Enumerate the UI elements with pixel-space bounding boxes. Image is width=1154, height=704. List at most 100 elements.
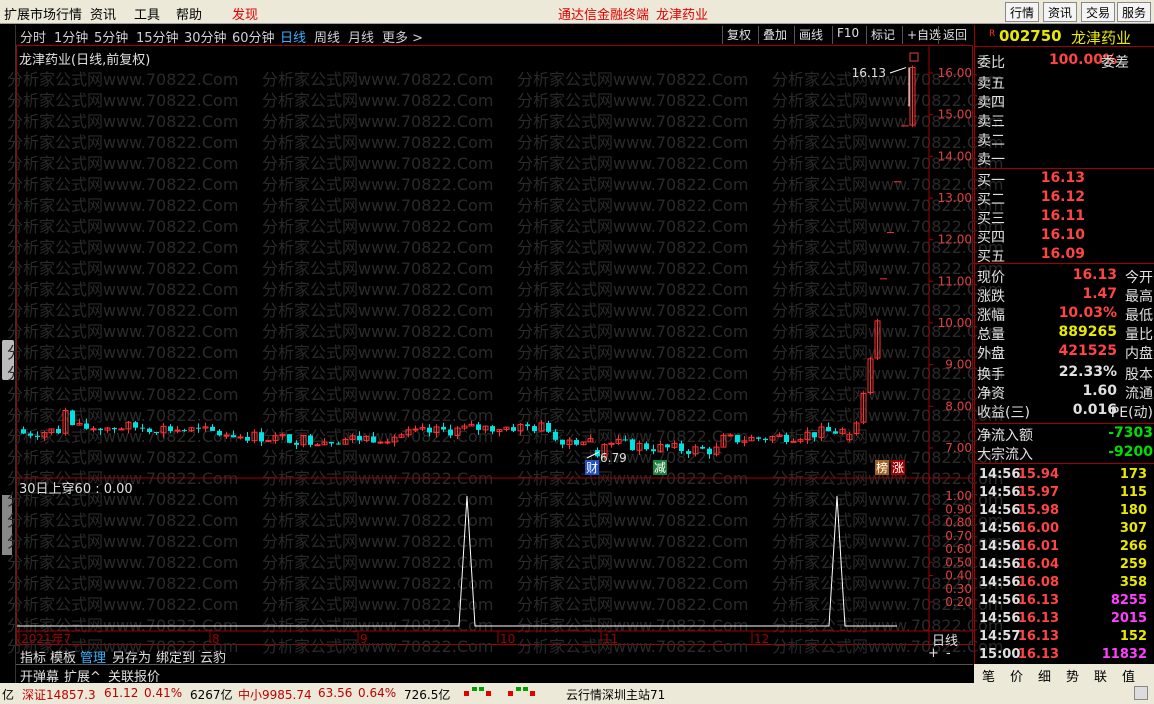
candle-body xyxy=(525,424,530,427)
info-button[interactable]: 资讯 xyxy=(1043,2,1078,22)
menu-item-discover[interactable]: 发现 xyxy=(232,4,258,23)
candle-body xyxy=(28,433,33,436)
ind-tick-label: 0.50 xyxy=(945,555,972,569)
stock-name: 龙津药业 xyxy=(1071,29,1132,47)
menu-bar: 扩展市场行情 资讯 工具 帮助 发现 通达信金融终端 龙津药业 行情 资讯 交易… xyxy=(0,0,1154,24)
sell-level-label: 卖二 xyxy=(977,133,1005,149)
expand-icon[interactable] xyxy=(1134,686,1148,700)
candle-body xyxy=(35,435,40,437)
candle-body xyxy=(377,441,384,444)
sme-index[interactable]: 中小9985.74 xyxy=(238,686,312,703)
period-5min[interactable]: 5分钟 xyxy=(94,27,128,46)
market-button[interactable]: 行情 xyxy=(1005,2,1040,22)
menu-item-market[interactable]: 扩展市场行情 xyxy=(4,4,82,23)
service-button[interactable]: 服务 xyxy=(1117,2,1152,22)
stat-value: 421525 xyxy=(1058,343,1117,359)
draw-button[interactable]: 画线 xyxy=(794,26,827,44)
tick-time: 14:56 xyxy=(979,485,1021,500)
ind-tick-label: 0.80 xyxy=(945,516,972,530)
stat-value: 1.47 xyxy=(1082,286,1117,302)
tick-price: 15.94 xyxy=(1017,467,1059,482)
candle-body xyxy=(329,442,334,444)
candle-body xyxy=(147,428,152,432)
candle-body xyxy=(727,434,734,437)
tick-price: 16.08 xyxy=(1017,575,1059,590)
weibi-row: 委比 100.00% 委差 xyxy=(977,52,1153,71)
kline-chart[interactable]: 16.00 15.00 14.00 13.00 12.00 11.00 10.00 9.00 8… xyxy=(17,46,974,646)
candle-body xyxy=(287,434,292,443)
app-title: 通达信金融终端 xyxy=(558,8,650,23)
period-30min[interactable]: 30分钟 xyxy=(184,27,227,46)
shenzhen-index[interactable]: 深证14857.3 xyxy=(22,686,96,703)
buy-level-price: 16.11 xyxy=(1040,208,1085,224)
stat-label: 涨幅 xyxy=(977,308,1005,324)
buy-level-row[interactable]: 买三 16.11 xyxy=(977,208,1153,227)
sme-pct: 0.64% xyxy=(358,686,397,700)
period-monthly[interactable]: 月线 xyxy=(348,27,374,46)
buy-level-row[interactable]: 买一 16.13 xyxy=(977,170,1153,189)
sme-change: 63.56 xyxy=(318,686,353,700)
ind-tick-label: 0.30 xyxy=(945,582,972,596)
sell-level-row[interactable]: 卖三 xyxy=(977,111,1153,130)
flow-label: 净流入额 xyxy=(977,428,1033,444)
stat-value: 22.33% xyxy=(1058,364,1117,380)
stat-label: 收益(三) xyxy=(977,405,1030,421)
period-weekly[interactable]: 周线 xyxy=(314,27,340,46)
buy-level-label: 买四 xyxy=(977,230,1005,246)
period-1min[interactable]: 1分钟 xyxy=(54,27,88,46)
candle-body xyxy=(231,435,236,438)
price-tick-label: 9.00 xyxy=(945,358,972,372)
menu-item-news[interactable]: 资讯 xyxy=(90,4,116,23)
mark-button[interactable]: 标记 xyxy=(866,26,899,44)
server-status[interactable]: 云行情深圳主站71 xyxy=(566,686,665,703)
fund-flow-row: 净流入额 -7303 xyxy=(977,425,1153,444)
candle-body xyxy=(294,442,299,445)
period-more[interactable]: 更多 > xyxy=(382,27,423,46)
buy-level-row[interactable]: 买四 16.10 xyxy=(977,227,1153,246)
f10-button[interactable]: F10 xyxy=(832,26,863,44)
sell-level-row[interactable]: 卖五 xyxy=(977,73,1153,92)
tick-row: 14:56 15.94 173 xyxy=(977,467,1153,485)
status-bar: 亿 深证14857.3 61.12 0.41% 6267亿 中小9985.74 … xyxy=(0,683,1154,704)
candle-body xyxy=(560,439,565,445)
price-tick-label: 10.00 xyxy=(938,316,972,330)
stat-label: 现价 xyxy=(977,270,1005,286)
trade-button[interactable]: 交易 xyxy=(1081,2,1116,22)
fuquan-button[interactable]: 复权 xyxy=(722,26,755,44)
stat-label: 总量 xyxy=(977,327,1005,343)
date-label: 11 xyxy=(603,632,618,646)
tick-price: 16.00 xyxy=(1017,521,1059,536)
stat-label-right: 最高 xyxy=(1125,289,1153,305)
menu-item-tools[interactable]: 工具 xyxy=(134,4,160,23)
buy-level-label: 买一 xyxy=(977,173,1005,189)
period-60min[interactable]: 60分钟 xyxy=(232,27,275,46)
ind-tick-label: 1.00 xyxy=(945,489,972,503)
overlay-button[interactable]: 叠加 xyxy=(758,26,791,44)
buy-level-row[interactable]: 买二 16.12 xyxy=(977,189,1153,208)
candle-body xyxy=(357,435,362,441)
back-button[interactable]: 返回 xyxy=(938,26,971,44)
high-price-label: 16.13 xyxy=(852,66,886,80)
buy-level-price: 16.10 xyxy=(1040,227,1085,243)
menu-item-help[interactable]: 帮助 xyxy=(176,4,202,23)
period-daily[interactable]: 日线 xyxy=(280,27,306,46)
sell-level-row[interactable]: 卖四 xyxy=(977,92,1153,111)
stat-label-right: 量比 xyxy=(1125,327,1153,343)
candle-body xyxy=(210,426,215,431)
price-tick-label: 7.00 xyxy=(945,441,972,455)
tick-time: 14:56 xyxy=(979,557,1021,572)
sell-level-row[interactable]: 卖二 xyxy=(977,130,1153,149)
candle-body xyxy=(511,427,516,431)
stat-label: 换手 xyxy=(977,367,1005,383)
divider xyxy=(974,46,1154,47)
period-15min[interactable]: 15分钟 xyxy=(136,27,179,46)
fund-flow-row: 大宗流入 -9200 xyxy=(977,444,1153,463)
sell-level-row[interactable]: 卖一 xyxy=(977,149,1153,168)
period-fenshi[interactable]: 分时 xyxy=(20,27,46,46)
buy-level-row[interactable]: 买五 16.09 xyxy=(977,246,1153,265)
flow-value: -9200 xyxy=(1108,444,1153,460)
price-tick-label: 13.00 xyxy=(938,191,972,205)
stat-label-right: 流通 xyxy=(1125,386,1153,402)
chart-panel[interactable]: 分析家公式网www.70822.Com 分析家公式网www.70822.Com 分析… xyxy=(7,45,1003,656)
stat-label: 净资 xyxy=(977,386,1005,402)
